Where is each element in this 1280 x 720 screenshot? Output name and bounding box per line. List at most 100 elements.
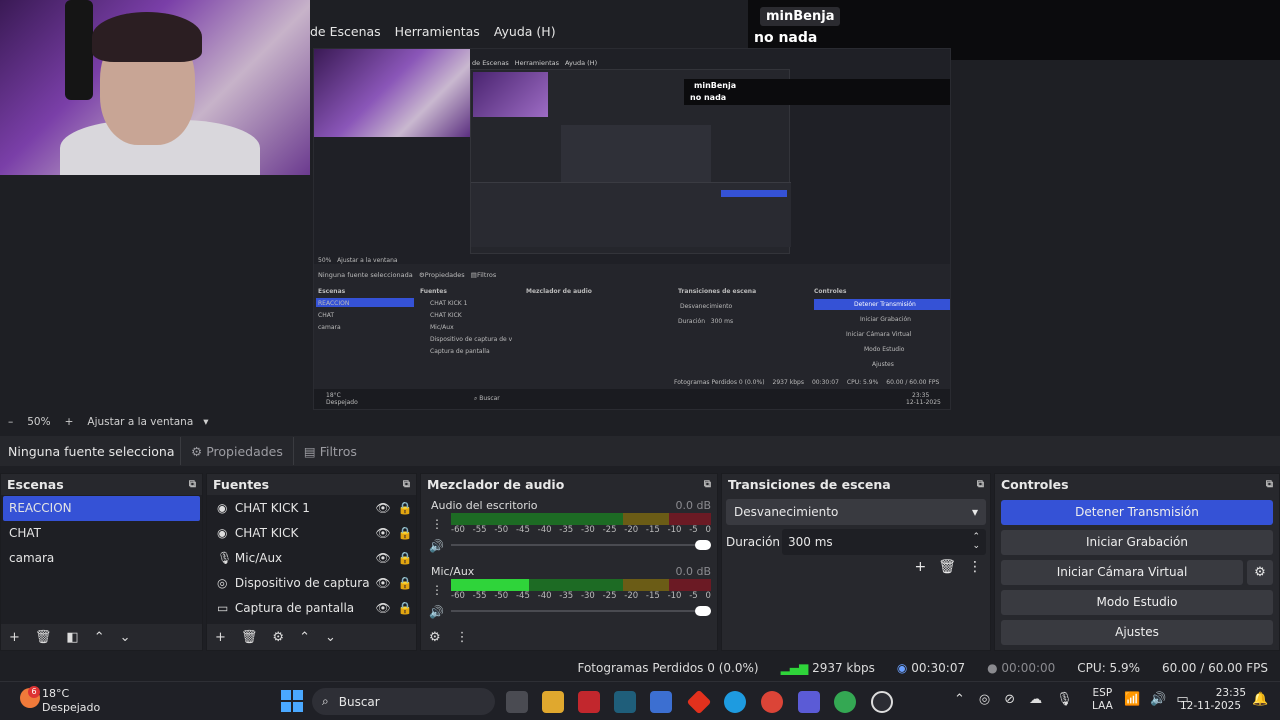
more-icon[interactable]: ⋮: [431, 517, 443, 531]
filters-button[interactable]: ▤ Filtros: [292, 437, 367, 465]
app-tray-icon[interactable]: ◎: [979, 692, 990, 707]
volume-slider[interactable]: [451, 540, 711, 550]
meter-tick-label: -30: [580, 591, 595, 601]
more-icon[interactable]: ⋮: [431, 583, 443, 597]
source-item[interactable]: ◎ Dispositivo de captura de v👁🔒: [207, 570, 416, 595]
settings-button[interactable]: Ajustes: [1001, 620, 1273, 645]
properties-label: Propiedades: [206, 443, 283, 459]
scene-item[interactable]: CHAT: [1, 521, 202, 546]
undock-icon[interactable]: ⧉: [189, 479, 196, 490]
lock-icon[interactable]: 🔒: [394, 576, 416, 590]
app-icon[interactable]: [614, 691, 636, 713]
git-icon[interactable]: [686, 689, 712, 715]
lock-icon[interactable]: 🔒: [394, 601, 416, 615]
eye-icon[interactable]: 👁: [372, 576, 394, 590]
obs-icon[interactable]: [871, 691, 893, 713]
mic-tray-icon[interactable]: 🎙: [1056, 692, 1073, 707]
undock-icon[interactable]: ⧉: [977, 479, 984, 490]
app-tray-icon[interactable]: ⊘: [1004, 692, 1015, 707]
controls-body: Detener Transmisión Iniciar Grabación In…: [995, 495, 1279, 650]
meter-tick-label: -50: [494, 591, 509, 601]
scene-item[interactable]: camara: [1, 546, 202, 571]
speaker-icon[interactable]: 🔊: [429, 539, 444, 553]
undock-icon[interactable]: ⧉: [403, 479, 410, 490]
notification-icon[interactable]: 🔔: [1252, 692, 1268, 707]
bitrate-value: 2937 kbps: [812, 661, 875, 675]
trash-icon[interactable]: 🗑: [241, 630, 258, 645]
transition-select[interactable]: Desvanecimiento ▾: [726, 499, 986, 525]
gear-icon[interactable]: ⚙: [1247, 560, 1273, 585]
volume-icon[interactable]: 🔊: [1150, 692, 1166, 707]
mini-transition: Desvanecimiento: [680, 303, 733, 310]
zoom-in-button[interactable]: +: [65, 416, 74, 428]
source-item[interactable]: 🎙 Mic/Aux 👁 🔒: [207, 545, 416, 570]
volume-slider[interactable]: [451, 606, 711, 616]
cloud-icon[interactable]: ☁: [1029, 692, 1042, 707]
add-icon[interactable]: +: [914, 559, 926, 575]
down-icon[interactable]: ⌄: [120, 630, 131, 645]
undock-icon[interactable]: ⧉: [1266, 479, 1273, 490]
menu-help[interactable]: Ayuda (H): [494, 24, 556, 39]
gears-icon[interactable]: ⚙: [429, 630, 441, 645]
scene-item[interactable]: REACCION: [3, 496, 200, 521]
trash-icon[interactable]: 🗑: [35, 630, 52, 645]
menu-tools[interactable]: Herramientas: [395, 24, 480, 39]
more-icon[interactable]: ⋮: [968, 559, 982, 575]
studio-mode-button[interactable]: Modo Estudio: [1001, 590, 1273, 615]
source-item[interactable]: ◉ CHAT KICK 👁 🔒: [207, 520, 416, 545]
start-recording-button[interactable]: Iniciar Grabación: [1001, 530, 1273, 555]
source-item[interactable]: ◉ CHAT KICK 1 👁 🔒: [207, 495, 416, 520]
store-icon[interactable]: [650, 691, 672, 713]
lock-icon[interactable]: 🔒: [394, 501, 416, 515]
edge-icon[interactable]: [724, 691, 746, 713]
language-indicator[interactable]: ESP LAA: [1092, 687, 1113, 713]
meter-ticks: -60 -55 -50 -45 -40 -35 -30 -25 -20 -15 -10 -5 0: [451, 591, 711, 603]
menu-scenes[interactable]: de Escenas: [310, 24, 381, 39]
lang-layout: LAA: [1092, 700, 1113, 712]
folder-icon[interactable]: [542, 691, 564, 713]
trash-icon[interactable]: 🗑: [938, 559, 956, 575]
add-icon[interactable]: +: [215, 630, 226, 645]
gear-icon[interactable]: ⚙: [272, 630, 284, 645]
duration-input[interactable]: 300 ms ⌃ ⌄: [782, 529, 986, 555]
eye-icon[interactable]: 👁: [372, 551, 394, 565]
eye-icon[interactable]: 👁: [372, 526, 394, 540]
chevron-up-icon[interactable]: ⌃: [954, 692, 965, 707]
zoom-fit-dropdown[interactable]: Ajustar a la ventana ▾: [87, 416, 208, 428]
chrome-profile-icon[interactable]: [834, 691, 856, 713]
preview-canvas[interactable]: de Escenas Herramientas Ayuda (H) minBen…: [313, 48, 951, 410]
sources-toolbar: + 🗑 ⚙ ⌃ ⌄: [207, 624, 416, 650]
source-item[interactable]: ▭ Captura de pantalla 👁 🔒: [207, 595, 416, 620]
clock[interactable]: 23:35: [1206, 687, 1246, 700]
up-icon[interactable]: ⌃: [94, 630, 105, 645]
task-view-icon[interactable]: [506, 691, 528, 713]
eye-icon[interactable]: 👁: [372, 601, 394, 615]
lock-icon[interactable]: 🔒: [394, 551, 416, 565]
filter-icon: ▤: [303, 443, 316, 459]
add-icon[interactable]: +: [9, 630, 20, 645]
meter-ticks: -60 -55 -50 -45 -40 -35 -30 -25 -20 -15 -10 -5 0: [451, 525, 711, 537]
properties-button[interactable]: ⚙ Propiedades: [180, 437, 293, 465]
more-icon[interactable]: ⋮: [456, 630, 469, 645]
stepper-icon[interactable]: ⌃ ⌄: [972, 533, 980, 551]
mixer-channel: Mic/Aux 0.0 dB ⋮ -60 -55 -50 -45 -40 -35 -30 -2…: [429, 565, 711, 631]
undock-icon[interactable]: ⧉: [704, 479, 711, 490]
filter-icon[interactable]: ◧: [66, 630, 78, 645]
antivirus-icon[interactable]: [578, 691, 600, 713]
windows-start-icon[interactable]: [281, 690, 303, 712]
weather-badge: 6: [28, 686, 40, 698]
eye-icon[interactable]: 👁: [372, 501, 394, 515]
lock-icon[interactable]: 🔒: [394, 526, 416, 540]
up-icon[interactable]: ⌃: [299, 630, 310, 645]
mixer-toolbar: ⚙ ⋮: [421, 624, 717, 650]
down-icon[interactable]: ⌄: [325, 630, 336, 645]
speaker-icon[interactable]: 🔊: [429, 605, 444, 619]
taskbar-search[interactable]: ⌕ Buscar: [312, 688, 495, 715]
live-icon[interactable]: [798, 691, 820, 713]
stop-stream-button[interactable]: Detener Transmisión: [1001, 500, 1273, 525]
meter-tick-label: -55: [472, 525, 487, 535]
wifi-icon[interactable]: 📶: [1124, 692, 1140, 707]
virtual-camera-button[interactable]: Iniciar Cámara Virtual: [1001, 560, 1243, 585]
chrome-icon[interactable]: [761, 691, 783, 713]
zoom-out-button[interactable]: –: [8, 416, 13, 428]
